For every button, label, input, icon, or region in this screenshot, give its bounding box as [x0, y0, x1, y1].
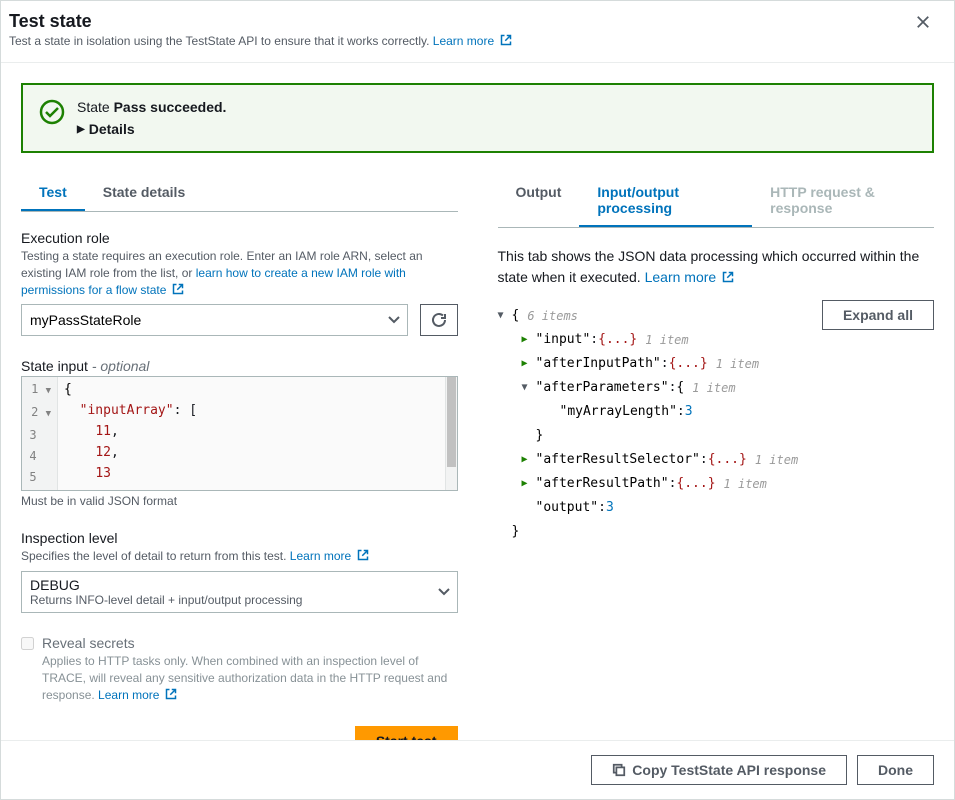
state-input-field: State input - optional 1 ▼2 ▼3 4 5 { "in…	[21, 358, 458, 508]
code-body[interactable]: { "inputArray": [ 11, 12, 13	[58, 377, 445, 490]
tree-root-close: }	[498, 520, 935, 544]
right-description: This tab shows the JSON data processing …	[498, 246, 935, 288]
modal-header: Test state Test a state in isolation usi…	[1, 1, 954, 63]
copy-response-button[interactable]: Copy TestState API response	[591, 755, 847, 785]
refresh-icon	[431, 312, 447, 328]
done-button[interactable]: Done	[857, 755, 934, 785]
tree-node-afterparameters[interactable]: "afterParameters" : {1 item	[498, 376, 935, 400]
input-help-below: Must be in valid JSON format	[21, 494, 458, 508]
reveal-label: Reveal secrets	[42, 635, 458, 651]
reveal-secrets-field: Reveal secrets Applies to HTTP tasks onl…	[21, 635, 458, 703]
copy-icon	[612, 763, 626, 777]
learn-more-link[interactable]: Learn more	[433, 34, 512, 48]
caret-right-icon: ▶	[77, 124, 85, 135]
reveal-secrets-checkbox	[21, 637, 34, 650]
role-label: Execution role	[21, 230, 458, 246]
left-tabs: Test State details	[21, 173, 458, 212]
right-learn-link[interactable]: Learn more	[645, 269, 734, 285]
inspection-learn-link[interactable]: Learn more	[290, 549, 369, 563]
reveal-learn-link[interactable]: Learn more	[98, 688, 177, 702]
alert-title: State Pass succeeded.	[77, 99, 226, 115]
role-select[interactable]	[21, 304, 408, 336]
role-help: Testing a state requires an execution ro…	[21, 248, 458, 298]
input-label: State input - optional	[21, 358, 458, 374]
inspection-label: Inspection level	[21, 530, 458, 546]
role-input[interactable]	[21, 304, 408, 336]
reveal-help: Applies to HTTP tasks only. When combine…	[42, 653, 458, 703]
json-tree: Expand all {6 items "input" : {...}1 ite…	[498, 304, 935, 544]
external-link-icon	[172, 283, 184, 295]
success-alert: State Pass succeeded. ▶ Details	[21, 83, 934, 153]
tab-io-processing[interactable]: Input/output processing	[579, 173, 752, 227]
right-panel: Output Input/output processing HTTP requ…	[498, 173, 935, 740]
external-link-icon	[722, 271, 734, 283]
left-panel: Test State details Execution role Testin…	[21, 173, 458, 740]
tree-node-input[interactable]: "input" : {...}1 item	[498, 328, 935, 352]
expand-all-button[interactable]: Expand all	[822, 300, 934, 330]
tree-node-afterresultselector[interactable]: "afterResultSelector" : {...}1 item	[498, 448, 935, 472]
inspection-help: Specifies the level of detail to return …	[21, 548, 458, 565]
editor-scrollbar[interactable]	[445, 377, 457, 490]
close-button[interactable]	[912, 11, 934, 36]
start-test-button[interactable]: Start test	[355, 726, 458, 740]
execution-role-field: Execution role Testing a state requires …	[21, 230, 458, 336]
success-icon	[39, 99, 65, 125]
modal-footer: Copy TestState API response Done	[1, 740, 954, 799]
refresh-button[interactable]	[420, 304, 458, 336]
tree-leaf-output: "output" : 3	[498, 496, 935, 520]
close-icon	[916, 15, 930, 29]
external-link-icon	[165, 688, 177, 700]
tab-test[interactable]: Test	[21, 173, 85, 211]
line-gutter: 1 ▼2 ▼3 4 5	[22, 377, 58, 490]
tab-http: HTTP request & response	[752, 173, 934, 227]
alert-details-toggle[interactable]: ▶ Details	[77, 121, 226, 137]
json-editor[interactable]: 1 ▼2 ▼3 4 5 { "inputArray": [ 11, 12, 13	[21, 376, 458, 491]
external-link-icon	[357, 549, 369, 561]
right-tabs: Output Input/output processing HTTP requ…	[498, 173, 935, 228]
tab-output[interactable]: Output	[498, 173, 580, 227]
tree-leaf-myarraylength: "myArrayLength" : 3	[498, 400, 935, 424]
tree-node-afterresultpath[interactable]: "afterResultPath" : {...}1 item	[498, 472, 935, 496]
modal-title: Test state	[9, 11, 512, 32]
tab-state-details[interactable]: State details	[85, 173, 203, 211]
inspection-level-field: Inspection level Specifies the level of …	[21, 530, 458, 613]
tree-node-afterinputpath[interactable]: "afterInputPath" : {...}1 item	[498, 352, 935, 376]
tree-close-afterparameters: }	[498, 424, 935, 448]
modal-subtitle: Test a state in isolation using the Test…	[9, 34, 512, 48]
external-link-icon	[500, 34, 512, 46]
inspection-select[interactable]: DEBUG Returns INFO-level detail + input/…	[21, 571, 458, 613]
test-state-modal: Test state Test a state in isolation usi…	[0, 0, 955, 800]
